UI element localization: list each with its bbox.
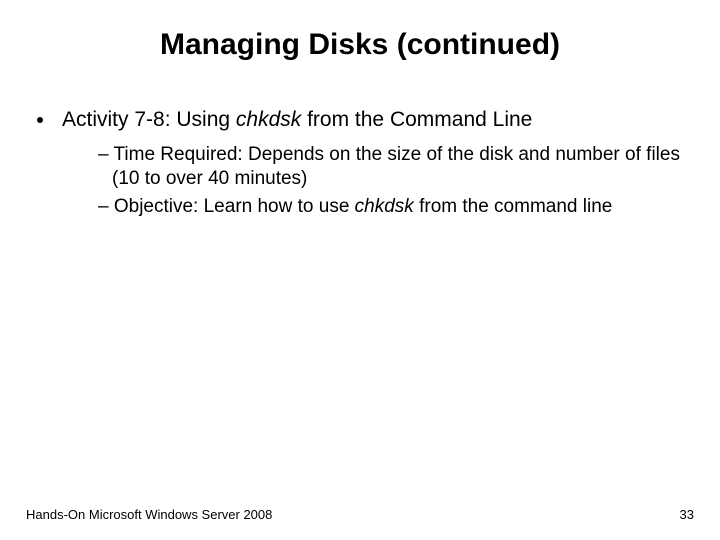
slide-body: Activity 7-8: Using chkdsk from the Comm…	[0, 62, 720, 219]
bullet-activity-em: chkdsk	[236, 108, 301, 131]
slide-title: Managing Disks (continued)	[0, 0, 720, 62]
footer-text: Hands-On Microsoft Windows Server 2008	[26, 507, 272, 522]
subbullet-time: Time Required: Depends on the size of th…	[98, 143, 694, 191]
subbullet-objective-post: from the command line	[414, 196, 613, 217]
bullet-activity-pre: Activity 7-8: Using	[62, 108, 236, 131]
subbullet-objective: Objective: Learn how to use chkdsk from …	[98, 195, 694, 219]
subbullet-objective-pre: Objective: Learn how to use	[114, 196, 355, 217]
subbullet-objective-em: chkdsk	[355, 196, 414, 217]
bullet-activity-post: from the Command Line	[301, 108, 532, 131]
page-number: 33	[680, 507, 694, 522]
bullet-activity: Activity 7-8: Using chkdsk from the Comm…	[56, 107, 694, 219]
